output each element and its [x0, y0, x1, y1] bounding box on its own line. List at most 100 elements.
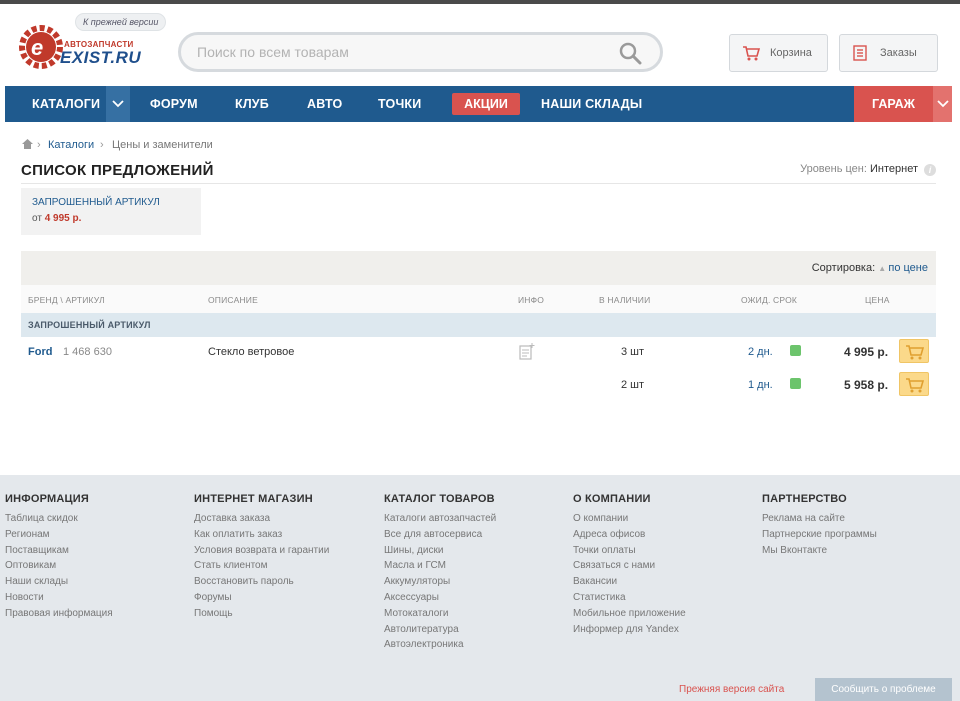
table-row: 2 шт 1 дн. 5 958 р.	[21, 370, 936, 402]
col-price[interactable]: ЦЕНА	[865, 295, 890, 305]
footer-link[interactable]: Таблица скидок	[5, 511, 113, 527]
footer-link[interactable]: Оптовикам	[5, 558, 113, 574]
col-in-stock[interactable]: В НАЛИЧИИ	[599, 295, 650, 305]
footer-link[interactable]: Шины, диски	[384, 543, 496, 559]
footer-link[interactable]: Аккумуляторы	[384, 574, 496, 590]
info-note-icon[interactable]	[519, 343, 535, 361]
footer-link[interactable]: Статистика	[573, 590, 686, 606]
nav-warehouses[interactable]: НАШИ СКЛАДЫ	[541, 86, 642, 122]
footer-link[interactable]: Как оплатить заказ	[194, 527, 329, 543]
col-brand-article[interactable]: БРЕНД \ АРТИКУЛ	[28, 295, 105, 305]
sort-value[interactable]: по цене	[888, 262, 928, 274]
cart-icon	[743, 46, 760, 61]
col-description: ОПИСАНИЕ	[208, 295, 258, 305]
footer-link[interactable]: Форумы	[194, 590, 329, 606]
page-title: СПИСОК ПРЕДЛОЖЕНИЙ	[21, 162, 214, 179]
footer-link[interactable]: Условия возврата и гарантии	[194, 543, 329, 559]
table-header: БРЕНД \ АРТИКУЛ ОПИСАНИЕ ИНФО В НАЛИЧИИ …	[21, 285, 936, 313]
footer-link[interactable]: Аксессуары	[384, 590, 496, 606]
footer-link[interactable]: Помощь	[194, 606, 329, 622]
footer-link[interactable]: Новости	[5, 590, 113, 606]
col-info: ИНФО	[518, 295, 545, 305]
search-input[interactable]	[197, 41, 597, 63]
sort-label: Сортировка:	[811, 262, 876, 274]
footer-link[interactable]: Мобильное приложение	[573, 606, 686, 622]
cart-label: Корзина	[770, 47, 812, 59]
home-icon[interactable]	[21, 138, 34, 150]
sort-control[interactable]: Сортировка: ▲ по цене	[812, 262, 928, 274]
old-site-link[interactable]: Прежняя версия сайта	[679, 684, 784, 695]
table-row: Ford 1 468 630 Стекло ветровое 3 шт 2 дн…	[21, 337, 936, 369]
logo-name: EXIST.RU	[60, 48, 142, 67]
footer-link[interactable]: Регионам	[5, 527, 113, 543]
footer-link[interactable]: Масла и ГСМ	[384, 558, 496, 574]
price-level-label: Уровень цен:	[800, 163, 867, 175]
footer-link[interactable]: Связаться с нами	[573, 558, 686, 574]
logo[interactable]: e АВТОЗАПЧАСТИ EXIST.RU	[18, 22, 142, 70]
chevron-down-icon	[112, 100, 124, 108]
price: 5 958 р.	[844, 378, 889, 392]
description: Стекло ветровое	[208, 346, 295, 358]
footer-column-info: ИНФОРМАЦИЯ Таблица скидок Регионам Поста…	[5, 493, 113, 622]
search-box	[178, 32, 663, 72]
delivery-term[interactable]: 2 дн.	[748, 346, 773, 358]
brand-link[interactable]: Ford	[28, 346, 52, 358]
footer-link[interactable]: Мотокаталоги	[384, 606, 496, 622]
footer-link[interactable]: Точки оплаты	[573, 543, 686, 559]
footer-link[interactable]: Поставщикам	[5, 543, 113, 559]
divider	[21, 183, 936, 184]
orders-button[interactable]: Заказы	[839, 34, 938, 72]
footer-link[interactable]: Стать клиентом	[194, 558, 329, 574]
nav-promotions[interactable]: АКЦИИ	[452, 93, 520, 115]
group-label: ЗАПРОШЕННЫЙ АРТИКУЛ	[28, 320, 151, 330]
nav-forum[interactable]: ФОРУМ	[150, 86, 198, 122]
footer-link[interactable]: Мы Вконтакте	[762, 543, 877, 559]
search-icon[interactable]	[618, 41, 642, 65]
info-icon[interactable]: i	[924, 164, 936, 176]
footer-link[interactable]: Каталоги автозапчастей	[384, 511, 496, 527]
price-level-value[interactable]: Интернет	[870, 163, 918, 175]
footer-link[interactable]: Наши склады	[5, 574, 113, 590]
delivery-term[interactable]: 1 дн.	[748, 379, 773, 391]
add-to-cart-button[interactable]	[899, 372, 929, 396]
breadcrumb-separator: ›	[37, 139, 41, 151]
nav-garage[interactable]: ГАРАЖ	[854, 86, 933, 122]
requested-article-price: от 4 995 р.	[32, 213, 82, 224]
footer-heading: ИНФОРМАЦИЯ	[5, 493, 89, 505]
availability-indicator	[790, 378, 801, 389]
svg-text:e: e	[31, 35, 43, 60]
footer-heading: О КОМПАНИИ	[573, 493, 651, 505]
breadcrumb-catalogs[interactable]: Каталоги	[48, 139, 94, 151]
footer-link[interactable]: Информер для Yandex	[573, 622, 686, 638]
nav-catalogs[interactable]: КАТАЛОГИ	[32, 86, 100, 122]
footer-link[interactable]: Все для автосервиса	[384, 527, 496, 543]
footer-link[interactable]: Правовая информация	[5, 606, 113, 622]
col-term[interactable]: ОЖИД. СРОК	[741, 295, 797, 305]
footer-column-partners: ПАРТНЕРСТВО Реклама на сайте Партнерские…	[762, 493, 877, 558]
requested-article-label: ЗАПРОШЕННЫЙ АРТИКУЛ	[32, 197, 160, 208]
nav-garage-dropdown[interactable]	[933, 86, 952, 122]
footer-link[interactable]: Вакансии	[573, 574, 686, 590]
footer: ИНФОРМАЦИЯ Таблица скидок Регионам Поста…	[0, 475, 960, 701]
nav-points[interactable]: ТОЧКИ	[378, 86, 421, 122]
orders-list-icon	[853, 45, 867, 61]
availability-indicator	[790, 345, 801, 356]
footer-link[interactable]: Автолитература	[384, 622, 496, 638]
add-to-cart-button[interactable]	[899, 339, 929, 363]
cart-button[interactable]: Корзина	[729, 34, 828, 72]
footer-link[interactable]: Доставка заказа	[194, 511, 329, 527]
footer-heading: ПАРТНЕРСТВО	[762, 493, 847, 505]
nav-auto[interactable]: АВТО	[307, 86, 342, 122]
nav-catalogs-dropdown[interactable]	[106, 86, 130, 122]
price-level: Уровень цен: Интернет i	[800, 163, 936, 176]
footer-link[interactable]: Автоэлектроника	[384, 637, 496, 653]
footer-heading: ИНТЕРНЕТ МАГАЗИН	[194, 493, 313, 505]
report-problem-button[interactable]: Сообщить о проблеме	[815, 678, 952, 701]
footer-link[interactable]: Реклама на сайте	[762, 511, 877, 527]
footer-link[interactable]: О компании	[573, 511, 686, 527]
footer-link[interactable]: Восстановить пароль	[194, 574, 329, 590]
nav-club[interactable]: КЛУБ	[235, 86, 269, 122]
requested-article-box[interactable]: ЗАПРОШЕННЫЙ АРТИКУЛ от 4 995 р.	[21, 188, 201, 235]
footer-link[interactable]: Адреса офисов	[573, 527, 686, 543]
footer-link[interactable]: Партнерские программы	[762, 527, 877, 543]
